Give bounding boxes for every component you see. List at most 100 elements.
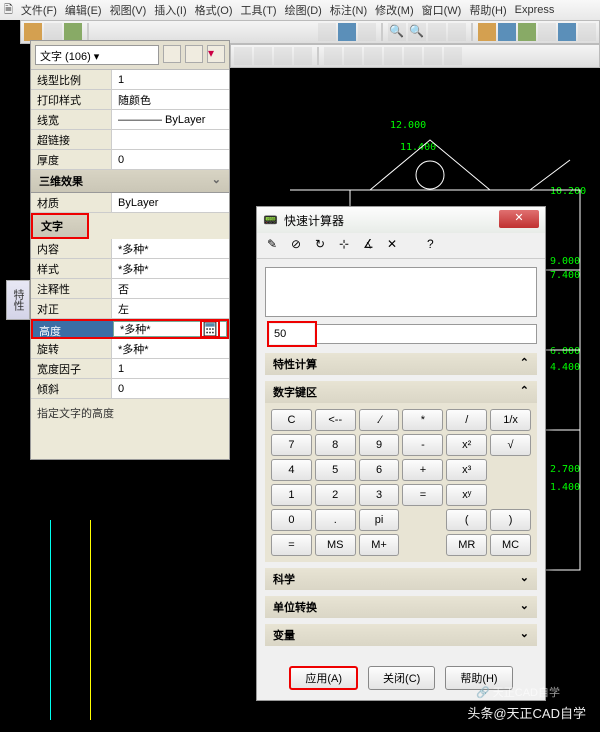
menu-insert[interactable]: 插入(I) [150, 2, 190, 18]
tool-icon[interactable] [558, 23, 576, 41]
prop-row[interactable]: 内容*多种* [31, 239, 229, 259]
calc-key[interactable]: 7 [271, 434, 312, 456]
zoom-icon[interactable]: 🔍 [388, 23, 406, 41]
close-button[interactable]: ✕ [499, 210, 539, 228]
calculator-icon[interactable] [200, 320, 220, 338]
calc-key[interactable]: 4 [271, 459, 312, 481]
calc-key[interactable]: 0 [271, 509, 312, 531]
calc-key[interactable]: C [271, 409, 312, 431]
tool-icon[interactable] [578, 23, 596, 41]
history-icon[interactable]: ↻ [315, 237, 333, 255]
tool-icon[interactable] [518, 23, 536, 41]
tool-icon[interactable] [318, 23, 336, 41]
tool-icon[interactable] [424, 47, 442, 65]
tool-icon[interactable] [364, 47, 382, 65]
angle-icon[interactable]: ∡ [363, 237, 381, 255]
tool-icon[interactable] [274, 47, 292, 65]
calc-key[interactable]: 5 [315, 459, 356, 481]
calc-key[interactable]: √ [490, 434, 531, 456]
section-keypad[interactable]: 数字键区⌃ [265, 381, 537, 403]
tool-icon[interactable] [254, 47, 272, 65]
calc-key[interactable]: 2 [315, 484, 356, 506]
menu-draw[interactable]: 绘图(D) [281, 2, 326, 18]
calc-key[interactable]: * [402, 409, 443, 431]
calc-input[interactable] [270, 324, 314, 344]
section-charcalc[interactable]: 特性计算⌃ [265, 353, 537, 375]
prop-row[interactable]: 对正左 [31, 299, 229, 319]
calc-key[interactable]: MR [446, 534, 487, 556]
calc-key[interactable]: + [402, 459, 443, 481]
calc-key[interactable]: x³ [446, 459, 487, 481]
prop-row[interactable]: 线型比例1 [31, 70, 229, 90]
tool-icon[interactable] [478, 23, 496, 41]
tool-icon[interactable] [344, 47, 362, 65]
menu-help[interactable]: 帮助(H) [465, 2, 510, 18]
calc-key[interactable]: pi [359, 509, 400, 531]
section-unitconv[interactable]: 单位转换⌄ [265, 596, 537, 618]
props-icon[interactable] [185, 45, 203, 63]
point-icon[interactable]: ⊹ [339, 237, 357, 255]
tool-icon[interactable] [444, 47, 462, 65]
calc-key[interactable]: 6 [359, 459, 400, 481]
tool-icon[interactable] [448, 23, 466, 41]
calc-key[interactable]: MC [490, 534, 531, 556]
prop-row[interactable]: 宽度因子1 [31, 359, 229, 379]
calc-key[interactable]: xʸ [446, 484, 487, 506]
menu-file[interactable]: 文件(F) [17, 2, 61, 18]
tool-icon[interactable] [234, 47, 252, 65]
calc-key[interactable]: 9 [359, 434, 400, 456]
calc-key[interactable]: = [402, 484, 443, 506]
prop-row[interactable]: 超链接 [31, 130, 229, 150]
object-type-select[interactable]: 文字 (106) ▾ [35, 45, 159, 65]
zoom-icon[interactable]: 🔍 [408, 23, 426, 41]
tool-icon[interactable] [498, 23, 516, 41]
calc-key[interactable]: x² [446, 434, 487, 456]
tool-icon[interactable] [24, 23, 42, 41]
calc-key[interactable]: 1 [271, 484, 312, 506]
calc-key[interactable]: - [402, 434, 443, 456]
calc-key[interactable]: MS [315, 534, 356, 556]
calc-key[interactable]: 3 [359, 484, 400, 506]
calc-key[interactable]: ( [446, 509, 487, 531]
tool-icon[interactable] [384, 47, 402, 65]
prop-row[interactable]: 样式*多种* [31, 259, 229, 279]
calc-key[interactable]: 1/x [490, 409, 531, 431]
calc-input-rest[interactable] [317, 324, 537, 344]
prop-row[interactable]: 注释性否 [31, 279, 229, 299]
menu-modify[interactable]: 修改(M) [371, 2, 418, 18]
tool-icon[interactable] [358, 23, 376, 41]
props-icon[interactable] [163, 45, 181, 63]
section-text[interactable]: 文字 [31, 213, 89, 239]
prop-row[interactable]: 旋转*多种* [31, 339, 229, 359]
intersect-icon[interactable]: ✕ [387, 237, 405, 255]
tool-icon[interactable] [404, 47, 422, 65]
tool-icon[interactable] [44, 23, 62, 41]
properties-tab[interactable]: 特性 [6, 280, 30, 320]
tool-icon[interactable] [538, 23, 556, 41]
close-button[interactable]: 关闭(C) [368, 666, 435, 690]
menu-view[interactable]: 视图(V) [106, 2, 151, 18]
tool-icon[interactable] [64, 23, 82, 41]
calc-key[interactable]: . [315, 509, 356, 531]
menu-window[interactable]: 窗口(W) [418, 2, 466, 18]
prop-row[interactable]: 打印样式随颜色 [31, 90, 229, 110]
help-icon[interactable]: ? [427, 237, 445, 255]
section-3d[interactable]: 三维效果⌄ [31, 170, 229, 193]
prop-height[interactable]: 高度 *多种* [31, 319, 229, 339]
tool-icon[interactable] [338, 23, 356, 41]
apply-button[interactable]: 应用(A) [289, 666, 358, 690]
calc-key[interactable]: M+ [359, 534, 400, 556]
menu-format[interactable]: 格式(O) [191, 2, 237, 18]
prop-material[interactable]: 材质 ByLayer [31, 193, 229, 213]
filter-icon[interactable]: ▾ [207, 45, 225, 63]
tool-icon[interactable] [324, 47, 342, 65]
calc-key[interactable]: = [271, 534, 312, 556]
pencil-icon[interactable]: ✎ [267, 237, 285, 255]
calc-key[interactable]: 8 [315, 434, 356, 456]
calc-key[interactable]: / [446, 409, 487, 431]
calc-key[interactable]: <-- [315, 409, 356, 431]
prop-row[interactable]: 倾斜0 [31, 379, 229, 399]
prop-row[interactable]: 厚度0 [31, 150, 229, 170]
calc-key[interactable]: ) [490, 509, 531, 531]
section-scientific[interactable]: 科学⌄ [265, 568, 537, 590]
